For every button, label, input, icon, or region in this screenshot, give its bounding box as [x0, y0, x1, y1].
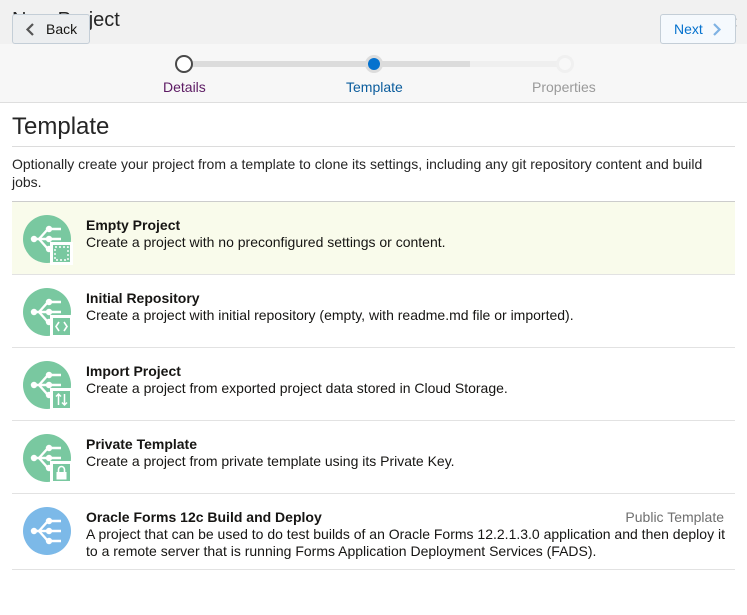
template-name: Private Template [86, 436, 198, 452]
back-button[interactable]: Back [12, 14, 90, 44]
template-description: Create a project with initial repository… [86, 307, 574, 323]
public-template-icon [23, 507, 71, 555]
lock-icon [23, 434, 73, 484]
train-stop-properties [556, 55, 574, 73]
train-stop-details[interactable] [175, 55, 193, 73]
empty-project-icon [23, 215, 73, 265]
code-repository-icon [23, 288, 73, 338]
template-item-empty-project[interactable]: Empty Project Create a project with no p… [12, 202, 735, 275]
dialog-title-bar: New Project × [0, 0, 747, 44]
template-name: Empty Project [86, 217, 181, 233]
template-name: Initial Repository [86, 290, 200, 306]
train-track-done [184, 61, 470, 67]
template-description: Create a project from exported project d… [86, 380, 508, 396]
back-button-label: Back [46, 21, 78, 37]
train-label-details[interactable]: Details [163, 79, 206, 95]
train-label-properties: Properties [532, 79, 596, 95]
train-track-pending [470, 61, 565, 67]
template-item-oracle-forms[interactable]: Oracle Forms 12c Build and Deploy Public… [12, 494, 735, 570]
template-name: Import Project [86, 363, 181, 379]
next-button[interactable]: Next [660, 14, 736, 44]
train-stop-template[interactable] [365, 55, 383, 73]
import-icon [23, 361, 73, 411]
chevron-right-icon [713, 23, 722, 36]
template-item-initial-repository[interactable]: Initial Repository Create a project with… [12, 275, 735, 348]
template-description: Create a project with no preconfigured s… [86, 234, 446, 250]
template-name: Oracle Forms 12c Build and Deploy [86, 509, 322, 525]
page-title: Template [12, 113, 110, 140]
train-label-template[interactable]: Template [346, 79, 403, 95]
chevron-left-icon [25, 23, 34, 36]
page-description: Optionally create your project from a te… [12, 156, 703, 190]
template-description: A project that can be used to do test bu… [86, 526, 725, 559]
template-item-import-project[interactable]: Import Project Create a project from exp… [12, 348, 735, 421]
divider [12, 146, 735, 147]
next-button-label: Next [674, 21, 703, 37]
template-description: Create a project from private template u… [86, 453, 455, 469]
public-template-badge: Public Template [625, 509, 724, 525]
template-item-private-template[interactable]: Private Template Create a project from p… [12, 421, 735, 494]
